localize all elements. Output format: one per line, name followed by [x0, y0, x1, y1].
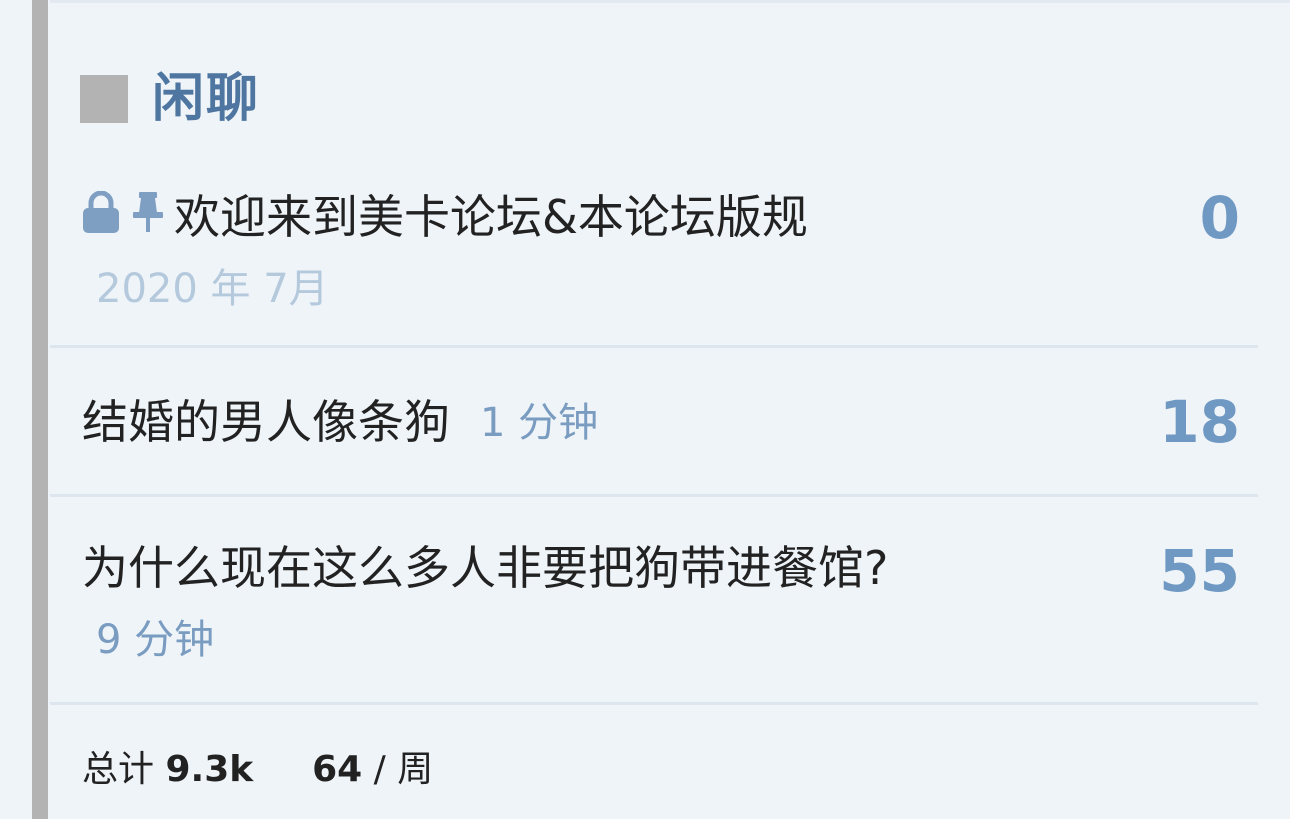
topic-title[interactable]: 为什么现在这么多人非要把狗带进餐馆? — [82, 532, 888, 598]
lock-icon — [82, 190, 120, 237]
topic-title[interactable]: 欢迎来到美卡论坛&本论坛版规 — [174, 181, 808, 247]
topic-title[interactable]: 结婚的男人像条狗 — [82, 386, 450, 452]
topic-row[interactable]: 为什么现在这么多人非要把狗带进餐馆? 9 分钟 55 — [50, 497, 1258, 702]
row-divider — [50, 702, 1258, 705]
total-label: 总计 — [82, 749, 155, 790]
top-divider — [50, 0, 1290, 3]
total-value: 9.3k — [165, 749, 254, 790]
weekly-value: 64 — [312, 749, 363, 790]
category-stats: 总计 9.3k 64 / 周 — [82, 740, 433, 792]
category-header[interactable]: 闲聊 — [80, 64, 260, 134]
topic-activity-age[interactable]: 9 分钟 — [96, 607, 214, 665]
reply-count[interactable]: 18 — [1159, 388, 1240, 456]
topic-activity-age[interactable]: 2020 年 7月 — [96, 256, 329, 314]
pin-icon — [132, 191, 164, 237]
category-title[interactable]: 闲聊 — [152, 64, 260, 134]
topic-row[interactable]: 结婚的男人像条狗 1 分钟 18 — [50, 348, 1258, 493]
category-swatch — [80, 75, 128, 123]
category-color-stripe — [32, 0, 48, 819]
topic-row[interactable]: 欢迎来到美卡论坛&本论坛版规 2020 年 7月 0 — [50, 170, 1258, 345]
reply-count[interactable]: 0 — [1200, 184, 1240, 252]
weekly-label: / 周 — [373, 749, 434, 790]
topic-activity-age[interactable]: 1 分钟 — [480, 390, 598, 448]
topic-status-icons — [82, 190, 164, 237]
reply-count[interactable]: 55 — [1159, 537, 1240, 605]
